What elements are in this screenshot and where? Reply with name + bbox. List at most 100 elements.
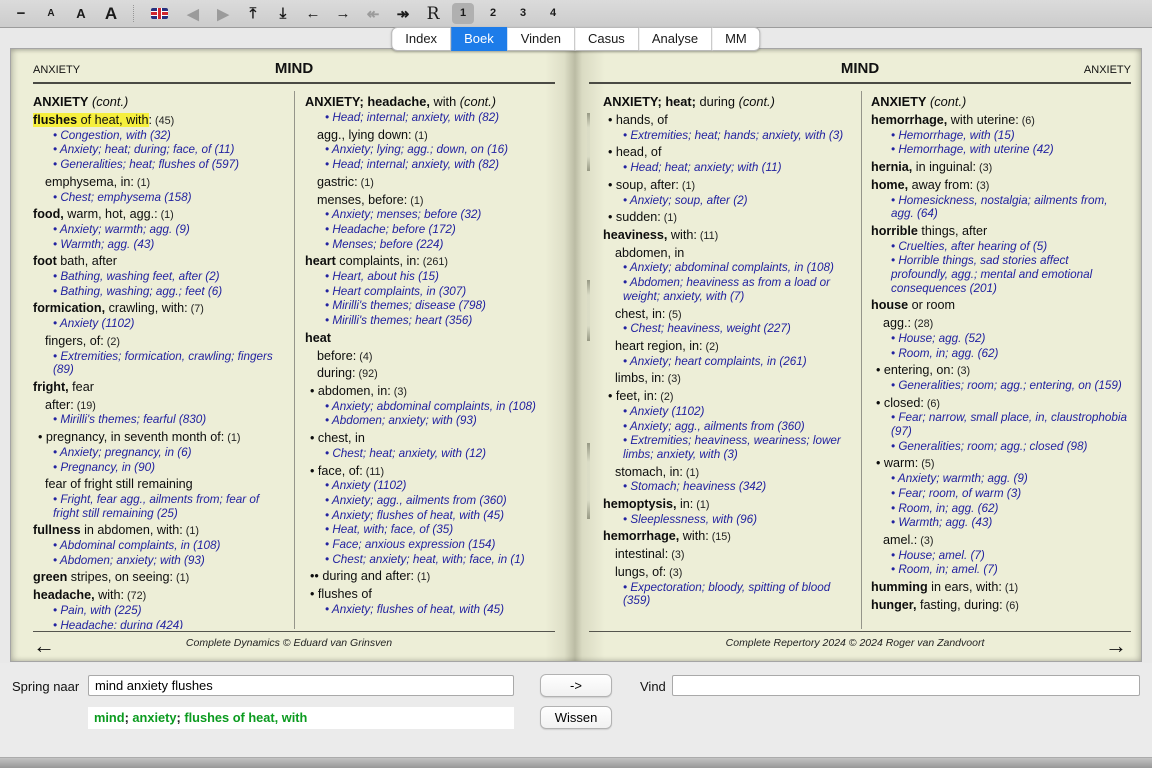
minimize-icon[interactable]: − — [6, 5, 36, 22]
cross-reference[interactable]: • Pregnancy, in (90) — [33, 461, 284, 475]
cross-reference[interactable]: • House; agg. (52) — [871, 332, 1127, 346]
cross-reference[interactable]: • Fear; room, of warm (3) — [871, 487, 1127, 501]
cross-reference[interactable]: • Chest; heat; anxiety, with (12) — [305, 447, 555, 461]
view-button-3[interactable]: 3 — [512, 3, 534, 24]
cross-reference[interactable]: • Anxiety; menses; before (32) — [305, 208, 555, 222]
rubric[interactable]: heart complaints, in: (261) — [305, 254, 555, 269]
nav-back-icon[interactable]: ◀ — [178, 5, 208, 23]
rubric[interactable]: green stripes, on seeing: (1) — [33, 570, 284, 585]
next-page-icon[interactable]: → — [328, 5, 358, 22]
rubric[interactable]: • hands, of — [603, 113, 854, 128]
rubric[interactable]: hernia, in inguinal: (3) — [871, 160, 1127, 175]
rubric[interactable]: heat — [305, 331, 555, 346]
cross-reference[interactable]: • Anxiety; agg., ailments from (360) — [603, 420, 854, 434]
rubric[interactable]: • abdomen, in: (3) — [305, 384, 555, 399]
rubric[interactable]: • flushes of — [305, 587, 555, 602]
cross-reference[interactable]: • Menses; before (224) — [305, 238, 555, 252]
rubric[interactable]: heaviness, with: (11) — [603, 228, 854, 243]
cross-reference[interactable]: • Head; heat; anxiety; with (11) — [603, 161, 854, 175]
cross-reference[interactable]: • Generalities; heat; flushes of (597) — [33, 158, 284, 172]
cross-reference[interactable]: • Head; internal; anxiety, with (82) — [305, 158, 555, 172]
rubric[interactable]: • chest, in — [305, 431, 555, 446]
repertory-r-icon[interactable]: R — [418, 4, 448, 24]
cross-reference[interactable]: • Abdominal complaints, in (108) — [33, 539, 284, 553]
rubric[interactable]: gastric: (1) — [305, 175, 555, 190]
language-flag-icon[interactable] — [151, 8, 168, 19]
font-medium-button[interactable]: A — [66, 6, 96, 21]
rubric[interactable]: during: (92) — [305, 366, 555, 381]
cross-reference[interactable]: • Anxiety; lying; agg.; down, on (16) — [305, 143, 555, 157]
cross-reference[interactable]: • Chest; emphysema (158) — [33, 191, 284, 205]
cross-reference[interactable]: • Anxiety (1102) — [33, 317, 284, 331]
cross-reference[interactable]: • Warmth; agg. (43) — [33, 238, 284, 252]
cross-reference[interactable]: • Horrible things, sad stories affect pr… — [871, 254, 1127, 295]
cross-reference[interactable]: • Anxiety; soup, after (2) — [603, 194, 854, 208]
rubric[interactable]: • warm: (5) — [871, 456, 1127, 471]
rubric[interactable]: agg., lying down: (1) — [305, 128, 555, 143]
rubric[interactable]: • feet, in: (2) — [603, 389, 854, 404]
cross-reference[interactable]: • Extremities; heat; hands; anxiety, wit… — [603, 129, 854, 143]
view-button-2[interactable]: 2 — [482, 3, 504, 24]
cross-reference[interactable]: • Chest; anxiety; heat, with; face, in (… — [305, 553, 555, 567]
cross-reference[interactable]: • Bathing, washing feet, after (2) — [33, 270, 284, 284]
cross-reference[interactable]: • Hemorrhage, with uterine (42) — [871, 143, 1127, 157]
rubric[interactable]: • soup, after: (1) — [603, 178, 854, 193]
rubric[interactable]: house or room — [871, 298, 1127, 313]
tab-vinden[interactable]: Vinden — [508, 27, 575, 51]
next-page-arrow[interactable]: → — [1105, 636, 1127, 656]
cross-reference[interactable]: • Hemorrhage, with (15) — [871, 129, 1127, 143]
cross-reference[interactable]: • Heart complaints, in (307) — [305, 285, 555, 299]
cross-reference[interactable]: • Anxiety; warmth; agg. (9) — [871, 472, 1127, 486]
cross-reference[interactable]: • Anxiety; heat; during; face, of (11) — [33, 143, 284, 157]
rubric[interactable]: menses, before: (1) — [305, 193, 555, 208]
rubric[interactable]: fright, fear — [33, 380, 284, 395]
cross-reference[interactable]: • Mirilli's themes; disease (798) — [305, 299, 555, 313]
rubric[interactable]: chest, in: (5) — [603, 307, 854, 322]
cross-reference[interactable]: • Generalities; room; agg.; closed (98) — [871, 440, 1127, 454]
rubric[interactable]: •• during and after: (1) — [305, 569, 555, 584]
font-small-button[interactable]: A — [36, 8, 66, 19]
cross-reference[interactable]: • Stomach; heaviness (342) — [603, 480, 854, 494]
rubric-header[interactable]: ANXIETY (cont.) — [871, 95, 1127, 110]
cross-reference[interactable]: • Sleeplessness, with (96) — [603, 513, 854, 527]
cross-reference[interactable]: • Anxiety; heart complaints, in (261) — [603, 355, 854, 369]
cross-reference[interactable]: • Bathing, washing; agg.; feet (6) — [33, 285, 284, 299]
rubric[interactable]: humming in ears, with: (1) — [871, 580, 1127, 595]
rubric[interactable]: hunger, fasting, during: (6) — [871, 598, 1127, 613]
cross-reference[interactable]: • Abdomen; anxiety; with (93) — [305, 414, 555, 428]
cross-reference[interactable]: • Headache; before (172) — [305, 223, 555, 237]
cross-reference[interactable]: • Pain, with (225) — [33, 604, 284, 618]
scroll-to-bottom-icon[interactable]: ⤓ — [268, 5, 298, 22]
cross-reference[interactable]: • Anxiety; flushes of heat, with (45) — [305, 509, 555, 523]
view-button-4[interactable]: 4 — [542, 3, 564, 24]
rubric[interactable]: after: (19) — [33, 398, 284, 413]
rubric[interactable]: • closed: (6) — [871, 396, 1127, 411]
cross-reference[interactable]: • Anxiety; agg., ailments from (360) — [305, 494, 555, 508]
tab-index[interactable]: Index — [391, 27, 451, 51]
font-large-button[interactable]: A — [96, 4, 126, 24]
cross-reference[interactable]: • House; amel. (7) — [871, 549, 1127, 563]
rubric[interactable]: hemoptysis, in: (1) — [603, 497, 854, 512]
rubric[interactable]: fear of fright still remaining — [33, 477, 284, 492]
rubric[interactable]: stomach, in: (1) — [603, 465, 854, 480]
cross-reference[interactable]: • Room, in; agg. (62) — [871, 347, 1127, 361]
rubric[interactable]: foot bath, after — [33, 254, 284, 269]
rubric[interactable]: hemorrhage, with: (15) — [603, 529, 854, 544]
nav-forward-icon[interactable]: ▶ — [208, 5, 238, 23]
cross-reference[interactable]: • Anxiety; flushes of heat, with (45) — [305, 603, 555, 617]
cross-reference[interactable]: • Anxiety; warmth; agg. (9) — [33, 223, 284, 237]
rubric[interactable]: emphysema, in: (1) — [33, 175, 284, 190]
rubric[interactable]: limbs, in: (3) — [603, 371, 854, 386]
go-button[interactable]: -> — [540, 674, 612, 697]
rubric[interactable]: agg.: (28) — [871, 316, 1127, 331]
cross-reference[interactable]: • Mirilli's themes; fearful (830) — [33, 413, 284, 427]
tab-boek[interactable]: Boek — [451, 27, 508, 51]
cross-reference[interactable]: • Homesickness, nostalgia; ailments from… — [871, 194, 1127, 221]
rubric[interactable]: home, away from: (3) — [871, 178, 1127, 193]
rubric[interactable]: fullness in abdomen, with: (1) — [33, 523, 284, 538]
previous-page-icon[interactable]: ← — [298, 5, 328, 22]
rubric[interactable]: amel.: (3) — [871, 533, 1127, 548]
rubric[interactable]: • sudden: (1) — [603, 210, 854, 225]
rubric[interactable]: before: (4) — [305, 349, 555, 364]
cross-reference[interactable]: • Chest; heaviness, weight (227) — [603, 322, 854, 336]
